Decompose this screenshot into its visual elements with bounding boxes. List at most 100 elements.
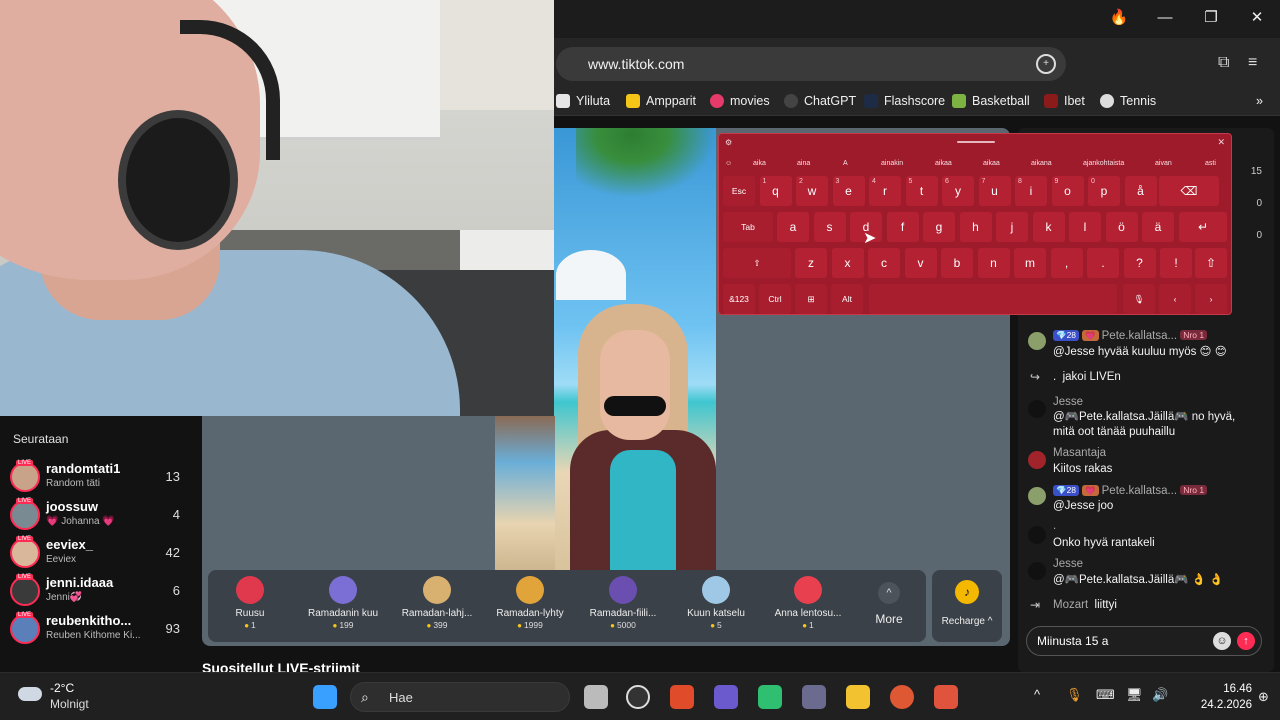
chevron-up-icon[interactable]: ^: [1034, 687, 1040, 702]
notification-icon[interactable]: ⊕: [1258, 689, 1269, 705]
emoji-icon[interactable]: ☺: [1213, 632, 1231, 650]
chat-username[interactable]: Jesse: [1053, 558, 1083, 570]
key[interactable]: s: [813, 212, 846, 242]
gift-item[interactable]: Kuun katselu5: [671, 576, 761, 630]
more-gifts-button[interactable]: ^ More: [874, 582, 904, 626]
key[interactable]: l: [1069, 212, 1101, 242]
windows-start-icon[interactable]: [313, 685, 337, 709]
guest-video[interactable]: [495, 416, 555, 570]
minimize-button[interactable]: —: [1150, 6, 1180, 30]
key[interactable]: å: [1124, 176, 1157, 206]
key[interactable]: ä: [1142, 212, 1174, 242]
clock[interactable]: 16.46 24.2.2026: [1186, 681, 1252, 713]
bookmark-ibet[interactable]: Ibet: [1044, 94, 1085, 108]
calculator-icon[interactable]: [802, 685, 826, 709]
bookmark-chatgpt[interactable]: ChatGPT: [784, 94, 856, 108]
suggestion[interactable]: ainakin: [881, 160, 903, 167]
recharge-button[interactable]: ♪ Recharge ^: [932, 570, 1002, 642]
key[interactable]: ›: [1195, 284, 1227, 314]
file-explorer-icon[interactable]: [846, 685, 870, 709]
suggestion[interactable]: aikana: [1031, 160, 1052, 167]
key[interactable]: w2: [796, 176, 828, 206]
gift-item[interactable]: Ramadan-fiili...5000: [578, 576, 668, 630]
bookmark-ampparit[interactable]: Ampparit: [626, 94, 696, 108]
camera-icon[interactable]: [714, 685, 738, 709]
stats-icon[interactable]: [758, 685, 782, 709]
key[interactable]: 🎙: [1123, 284, 1155, 314]
key[interactable]: q1: [759, 176, 792, 206]
key[interactable]: r4: [869, 176, 901, 206]
key[interactable]: Esc: [723, 176, 755, 206]
keyboard-drag-handle[interactable]: [957, 141, 995, 143]
chat-username[interactable]: .: [1053, 520, 1056, 532]
suggestion[interactable]: A: [843, 160, 848, 167]
network-icon[interactable]: 🖥: [1126, 687, 1143, 703]
taskbar-search[interactable]: ⌕ Hae: [350, 682, 570, 712]
key[interactable]: ⊞: [795, 284, 827, 314]
following-item[interactable]: LIVE eeviex_ Eeviex 42: [10, 536, 196, 572]
close-window-button[interactable]: ✕: [1242, 6, 1272, 30]
bookmark-tennis[interactable]: Tennis: [1100, 94, 1156, 108]
chat-user[interactable]: 💎28 💗 Pete.kallatsa... Nro 1: [1053, 485, 1210, 497]
key[interactable]: ⌫: [1159, 176, 1219, 206]
key[interactable]: ⇧: [1195, 248, 1227, 278]
file-copy-icon[interactable]: [584, 685, 608, 709]
send-icon[interactable]: ↑: [1237, 632, 1255, 650]
following-item[interactable]: LIVE randomtati1 Random täti 13: [10, 460, 196, 496]
microphone-icon[interactable]: 🎙: [1066, 687, 1083, 703]
key[interactable]: ↵: [1179, 212, 1227, 242]
obs-icon[interactable]: [626, 685, 650, 709]
chat-username[interactable]: Masantaja: [1053, 447, 1106, 459]
suggestion[interactable]: aikaa: [983, 160, 1000, 167]
key[interactable]: j: [996, 212, 1028, 242]
following-item[interactable]: LIVE reubenkitho... Reuben Kithome Ki...…: [10, 612, 196, 648]
gift-item[interactable]: Ramadan-lyhty1999: [485, 576, 575, 630]
key[interactable]: Alt: [831, 284, 863, 314]
keyboard-icon[interactable]: ⌨: [1096, 687, 1115, 703]
key[interactable]: u7: [978, 176, 1011, 206]
key[interactable]: n: [977, 248, 1010, 278]
suggestion[interactable]: asti: [1205, 160, 1216, 167]
key[interactable]: e3: [832, 176, 865, 206]
keyboard-close-icon[interactable]: ✕: [1217, 137, 1225, 148]
address-bar[interactable]: www.tiktok.com +: [556, 47, 1066, 81]
key[interactable]: y6: [942, 176, 974, 206]
key[interactable]: ‹: [1159, 284, 1191, 314]
key[interactable]: a: [777, 212, 809, 242]
tabs-icon[interactable]: ⧉: [1218, 54, 1229, 72]
volume-icon[interactable]: 🔊: [1152, 687, 1168, 703]
key[interactable]: f: [886, 212, 919, 242]
following-item[interactable]: LIVE joossuw 💗 Johanna 💗 4: [10, 498, 196, 534]
gift-item[interactable]: Ramadan-lahj...399: [392, 576, 482, 630]
suggestion[interactable]: aika: [753, 160, 766, 167]
gift-item[interactable]: Ramadanin kuu199: [298, 576, 388, 630]
key[interactable]: [869, 284, 1117, 314]
key[interactable]: Tab: [723, 212, 773, 242]
key[interactable]: &123: [723, 284, 755, 314]
key[interactable]: ⇧: [723, 248, 791, 278]
key[interactable]: h: [959, 212, 992, 242]
chat-user[interactable]: 💎28 💗 Pete.kallatsa... Nro 1: [1053, 330, 1210, 342]
key[interactable]: !: [1160, 248, 1192, 278]
key[interactable]: x: [831, 248, 864, 278]
bookmark-flashscore[interactable]: Flashscore: [864, 94, 945, 108]
key[interactable]: .: [1087, 248, 1119, 278]
chat-input[interactable]: Miinusta 15 a ☺ ↑: [1026, 626, 1262, 656]
office-icon[interactable]: [670, 685, 694, 709]
key[interactable]: c: [868, 248, 900, 278]
key[interactable]: p0: [1088, 176, 1120, 206]
key[interactable]: ?: [1123, 248, 1156, 278]
key[interactable]: k: [1032, 212, 1065, 242]
keyboard-settings-icon[interactable]: ⚙: [725, 138, 732, 147]
following-item[interactable]: LIVE jenni.idaaa Jenni💞 6: [10, 574, 196, 610]
chat-username[interactable]: Jesse: [1053, 396, 1083, 408]
bookmark-movies[interactable]: movies: [710, 94, 770, 108]
key[interactable]: Ctrl: [759, 284, 791, 314]
emoji-suggest-icon[interactable]: ☺: [725, 160, 732, 167]
bookmark-yliluta[interactable]: Yliluta: [556, 94, 610, 108]
key[interactable]: m: [1014, 248, 1046, 278]
key[interactable]: b: [941, 248, 973, 278]
suggestion[interactable]: aikaa: [935, 160, 952, 167]
key[interactable]: ö: [1105, 212, 1138, 242]
suggestion[interactable]: aivan: [1155, 160, 1172, 167]
